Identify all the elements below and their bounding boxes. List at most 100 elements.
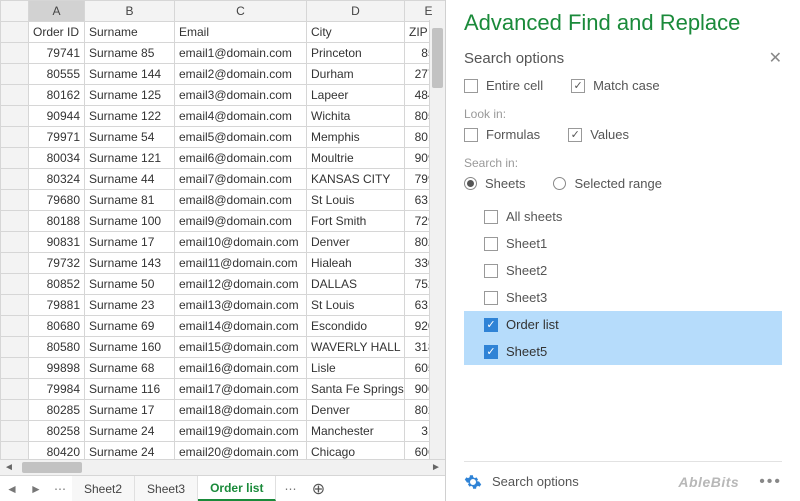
row-header[interactable] bbox=[1, 442, 29, 460]
row-header[interactable] bbox=[1, 22, 29, 43]
cell[interactable]: St Louis bbox=[307, 190, 405, 211]
cell[interactable]: Manchester bbox=[307, 421, 405, 442]
cell[interactable]: email11@domain.com bbox=[175, 253, 307, 274]
horizontal-scroll-track[interactable] bbox=[18, 460, 427, 475]
spreadsheet-grid[interactable]: ABCDE Order IDSurnameEmailCityZIP79741Su… bbox=[0, 0, 445, 459]
sheet-list-item[interactable]: Sheet1 bbox=[464, 230, 782, 257]
cell[interactable]: Surname 125 bbox=[85, 85, 175, 106]
footer-label[interactable]: Search options bbox=[492, 474, 579, 489]
cell[interactable]: Surname 143 bbox=[85, 253, 175, 274]
cell[interactable]: St Louis bbox=[307, 295, 405, 316]
cell[interactable]: email12@domain.com bbox=[175, 274, 307, 295]
cell[interactable]: email18@domain.com bbox=[175, 400, 307, 421]
sheet-checkbox[interactable] bbox=[484, 264, 498, 278]
cell[interactable]: 80852 bbox=[29, 274, 85, 295]
cell[interactable]: Chicago bbox=[307, 442, 405, 460]
cell[interactable]: email10@domain.com bbox=[175, 232, 307, 253]
column-header-E[interactable]: E bbox=[405, 1, 446, 22]
sheet-tab[interactable]: Sheet3 bbox=[135, 476, 198, 501]
cell[interactable]: Surname 100 bbox=[85, 211, 175, 232]
close-icon[interactable]: ✕ bbox=[769, 48, 782, 68]
sheet-list-item[interactable]: Sheet2 bbox=[464, 257, 782, 284]
cell[interactable]: email17@domain.com bbox=[175, 379, 307, 400]
cell[interactable]: Surname 17 bbox=[85, 232, 175, 253]
cell[interactable]: email5@domain.com bbox=[175, 127, 307, 148]
row-header[interactable] bbox=[1, 253, 29, 274]
match-case-checkbox[interactable]: Match case bbox=[571, 78, 659, 93]
cell[interactable]: Surname 68 bbox=[85, 358, 175, 379]
cell[interactable]: Surname 24 bbox=[85, 421, 175, 442]
cell[interactable]: Denver bbox=[307, 400, 405, 421]
row-header[interactable] bbox=[1, 211, 29, 232]
sheet-checkbox[interactable] bbox=[484, 291, 498, 305]
cell[interactable]: email19@domain.com bbox=[175, 421, 307, 442]
row-header[interactable] bbox=[1, 85, 29, 106]
tab-nav-dots-icon[interactable]: ⋯ bbox=[48, 476, 72, 501]
cell[interactable]: 79984 bbox=[29, 379, 85, 400]
cell[interactable]: KANSAS CITY bbox=[307, 169, 405, 190]
column-header-D[interactable]: D bbox=[307, 1, 405, 22]
cell[interactable]: Surname 85 bbox=[85, 43, 175, 64]
cell[interactable]: 80324 bbox=[29, 169, 85, 190]
header-cell[interactable]: Surname bbox=[85, 22, 175, 43]
cell[interactable]: Wichita bbox=[307, 106, 405, 127]
column-header-C[interactable]: C bbox=[175, 1, 307, 22]
cell[interactable]: email13@domain.com bbox=[175, 295, 307, 316]
cell[interactable]: Surname 122 bbox=[85, 106, 175, 127]
row-header[interactable] bbox=[1, 190, 29, 211]
cell[interactable]: DALLAS bbox=[307, 274, 405, 295]
cell[interactable]: Santa Fe Springs bbox=[307, 379, 405, 400]
cell[interactable]: email2@domain.com bbox=[175, 64, 307, 85]
tab-overflow-icon[interactable]: ⋯ bbox=[276, 476, 304, 501]
cell[interactable]: 79741 bbox=[29, 43, 85, 64]
scroll-right-icon[interactable]: ► bbox=[427, 462, 445, 473]
cell[interactable]: email9@domain.com bbox=[175, 211, 307, 232]
cell[interactable]: 80034 bbox=[29, 148, 85, 169]
sheet-tab[interactable]: Order list bbox=[198, 476, 276, 501]
row-header[interactable] bbox=[1, 358, 29, 379]
row-header[interactable] bbox=[1, 379, 29, 400]
cell[interactable]: 80580 bbox=[29, 337, 85, 358]
sheet-checkbox[interactable] bbox=[484, 318, 498, 332]
row-header[interactable] bbox=[1, 169, 29, 190]
cell[interactable]: email15@domain.com bbox=[175, 337, 307, 358]
cell[interactable]: email20@domain.com bbox=[175, 442, 307, 460]
cell[interactable]: 80420 bbox=[29, 442, 85, 460]
cell[interactable]: Surname 44 bbox=[85, 169, 175, 190]
cell[interactable]: email6@domain.com bbox=[175, 148, 307, 169]
vertical-scroll-thumb[interactable] bbox=[432, 28, 443, 88]
header-cell[interactable]: Email bbox=[175, 22, 307, 43]
cell[interactable]: email1@domain.com bbox=[175, 43, 307, 64]
cell[interactable]: Lisle bbox=[307, 358, 405, 379]
cell[interactable]: Surname 17 bbox=[85, 400, 175, 421]
cell[interactable]: WAVERLY HALL bbox=[307, 337, 405, 358]
cell[interactable]: email7@domain.com bbox=[175, 169, 307, 190]
values-checkbox[interactable]: Values bbox=[568, 127, 629, 142]
row-header[interactable] bbox=[1, 148, 29, 169]
cell[interactable]: Surname 54 bbox=[85, 127, 175, 148]
sheet-checkbox[interactable] bbox=[484, 237, 498, 251]
row-header[interactable] bbox=[1, 106, 29, 127]
cell[interactable]: Lapeer bbox=[307, 85, 405, 106]
cell[interactable]: Hialeah bbox=[307, 253, 405, 274]
sheet-list-item[interactable]: Sheet5 bbox=[464, 338, 782, 365]
select-all-corner[interactable] bbox=[1, 1, 29, 22]
horizontal-scroll-thumb[interactable] bbox=[22, 462, 82, 473]
row-header[interactable] bbox=[1, 295, 29, 316]
scroll-left-icon[interactable]: ◄ bbox=[0, 462, 18, 473]
cell[interactable]: 80258 bbox=[29, 421, 85, 442]
cell[interactable]: Denver bbox=[307, 232, 405, 253]
sheet-tab[interactable]: Sheet2 bbox=[72, 476, 135, 501]
column-header-A[interactable]: A bbox=[29, 1, 85, 22]
cell[interactable]: email4@domain.com bbox=[175, 106, 307, 127]
cell[interactable]: email8@domain.com bbox=[175, 190, 307, 211]
cell[interactable]: Surname 69 bbox=[85, 316, 175, 337]
sheet-list-item[interactable]: All sheets bbox=[464, 203, 782, 230]
cell[interactable]: Surname 24 bbox=[85, 442, 175, 460]
cell[interactable]: Moultrie bbox=[307, 148, 405, 169]
row-header[interactable] bbox=[1, 232, 29, 253]
cell[interactable]: Surname 23 bbox=[85, 295, 175, 316]
sheet-list-item[interactable]: Order list bbox=[464, 311, 782, 338]
horizontal-scrollbar[interactable]: ◄ ► bbox=[0, 459, 445, 475]
add-sheet-button[interactable]: ⊕ bbox=[304, 476, 332, 501]
